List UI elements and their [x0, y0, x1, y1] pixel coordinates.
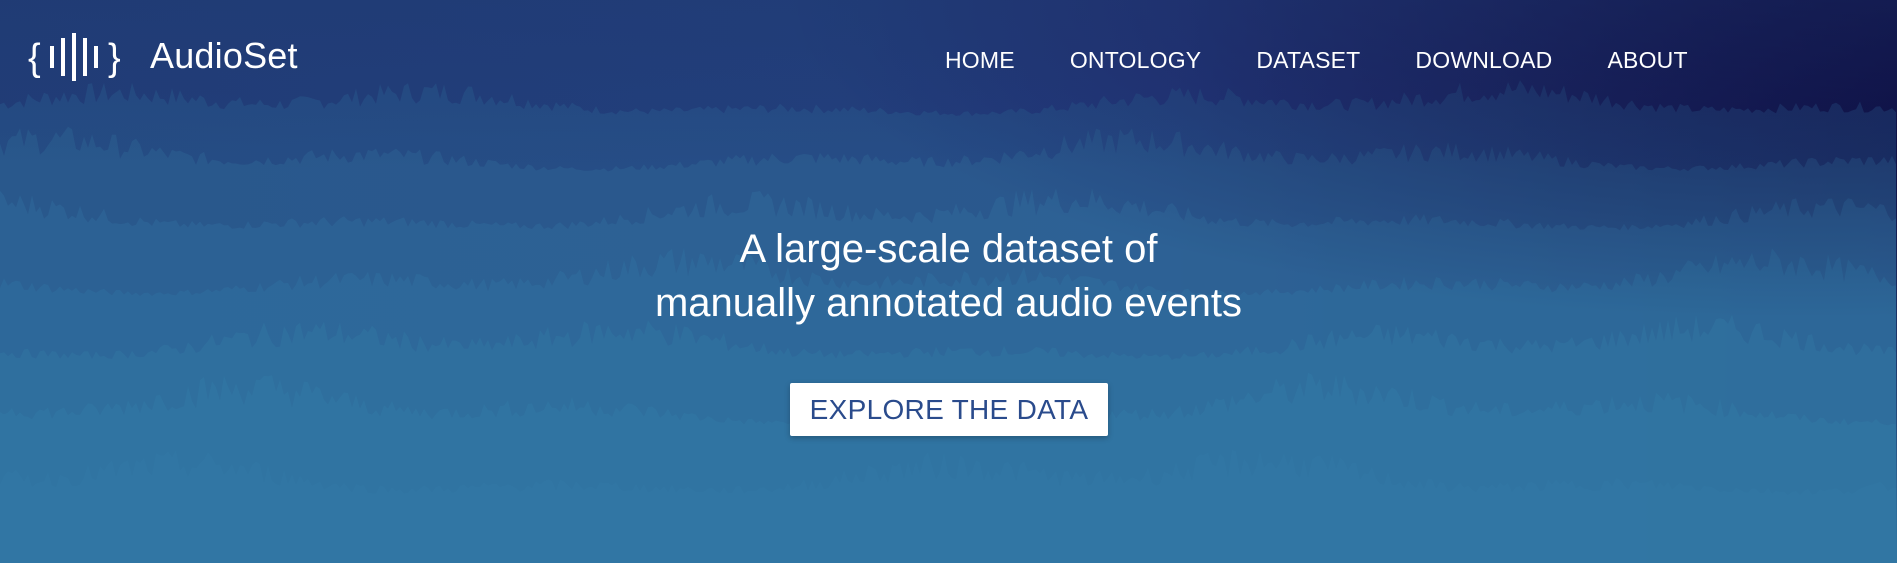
- svg-text:}: }: [108, 37, 121, 79]
- nav-item-dataset[interactable]: DATASET: [1256, 42, 1360, 78]
- tagline-line-2: manually annotated audio events: [654, 281, 1243, 325]
- hero-tagline: A large-scale dataset of manually annota…: [0, 222, 1897, 330]
- main-nav: HOME ONTOLOGY DATASET DOWNLOAD ABOUT: [945, 42, 1688, 78]
- explore-data-button[interactable]: EXPLORE THE DATA: [790, 383, 1108, 436]
- svg-text:{: {: [28, 37, 41, 79]
- top-navbar: { } AudioSet HOME ONTOLOGY DATASET DOWNL…: [0, 0, 1897, 120]
- brand-link[interactable]: { } AudioSet: [28, 30, 298, 82]
- tagline-line-1: A large-scale dataset of: [739, 227, 1158, 271]
- brand-name: AudioSet: [150, 35, 298, 76]
- audio-bars-braces-icon: { }: [28, 33, 121, 81]
- nav-item-home[interactable]: HOME: [945, 42, 1015, 78]
- hero-section: { } AudioSet HOME ONTOLOGY DATASET DOWNL…: [0, 0, 1897, 563]
- nav-item-download[interactable]: DOWNLOAD: [1415, 42, 1552, 78]
- nav-item-ontology[interactable]: ONTOLOGY: [1070, 42, 1202, 78]
- nav-item-about[interactable]: ABOUT: [1607, 42, 1687, 78]
